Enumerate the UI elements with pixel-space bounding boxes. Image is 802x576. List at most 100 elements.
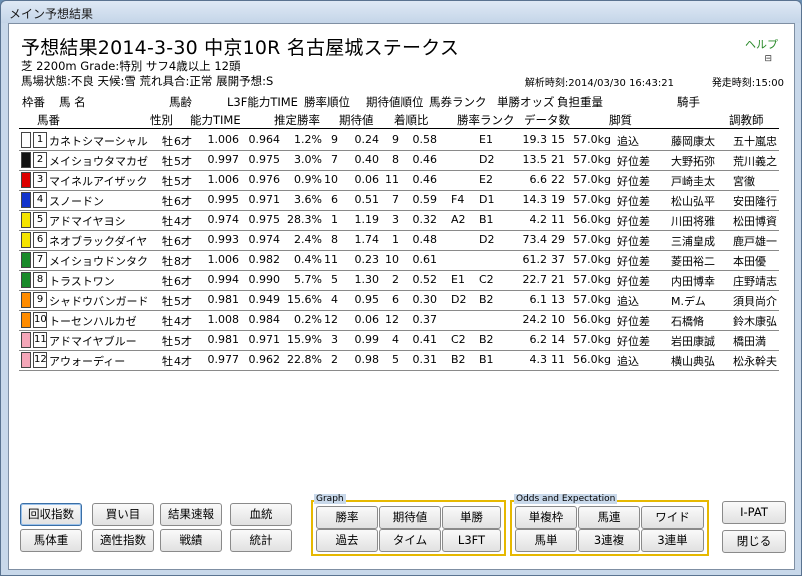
cell-name: カネトシマーシャル (49, 135, 148, 148)
cell-odds: 4.2 (529, 213, 548, 226)
help-link[interactable]: ヘルプ (745, 36, 778, 52)
table-row[interactable]: 9 シャドウバンガード牡 5才 0.981 0.949 15.6% 4 0.95 6 0.30 D2… (21, 291, 777, 310)
cell-odds: 24.2 (522, 313, 548, 326)
cell-age: 6才 (174, 135, 192, 148)
cell-rate-rank: 11 (324, 253, 338, 266)
graph-time-button[interactable]: タイム (379, 529, 441, 552)
sanrenpuku-button[interactable]: 3連複 (578, 529, 640, 552)
cell-trainer: 鹿戸雄一 (733, 235, 777, 248)
graph-rate-button[interactable]: 勝率 (316, 506, 378, 529)
cell-name: シャドウバンガード (49, 295, 149, 308)
cell-age: 4才 (174, 315, 192, 328)
graph-exp-button[interactable]: 期待値 (379, 506, 441, 529)
cell-jockey: 大野拓弥 (671, 155, 715, 168)
waku-color-box (21, 192, 31, 208)
cell-ticket: A2 (451, 213, 466, 226)
table-row[interactable]: 10 トーセンハルカゼ牡 4才 1.008 0.984 0.2% 12 0.06 12 0.37 2… (21, 311, 777, 330)
cell-data: 15 (551, 133, 565, 146)
cell-ratio: 0.41 (412, 333, 438, 346)
umaban-box: 7 (33, 252, 47, 268)
close-button[interactable]: 閉じる (722, 530, 786, 553)
cell-trainer: 鈴木康弘 (733, 315, 777, 328)
col-weight: 負担重量 (557, 95, 603, 109)
ketto-button[interactable]: 血統 (230, 503, 292, 526)
waku-color-box (21, 272, 31, 288)
waku-color-box (21, 232, 31, 248)
umaban-box: 2 (33, 152, 47, 168)
table-row[interactable]: 8 トラストワン 牡 6才 0.994 0.990 5.7% 5 1.30 2 0.52 E1 C2 22… (21, 271, 777, 290)
col-rate-rank: 勝率順位 (304, 95, 350, 109)
col-ticket-rank: 馬券ランク (429, 95, 487, 109)
cell-ratio: 0.31 (412, 353, 438, 366)
col-trainer: 調教師 (729, 113, 764, 127)
cell-rate-rank: 9 (331, 133, 338, 146)
cell-ratio: 0.58 (412, 133, 438, 146)
table-row[interactable]: 7 メイショウドンタク 牡 8才 1.006 0.982 0.4% 11 0.23 10 0.61 6… (21, 251, 777, 270)
col-l3f: L3F能力TIME (227, 95, 298, 109)
tokei-button[interactable]: 統計 (230, 529, 292, 552)
title-bar[interactable]: メイン予想結果 (1, 1, 801, 23)
cell-weight: 57.0kg (573, 253, 611, 266)
umaren-button[interactable]: 馬連 (578, 506, 640, 529)
cell-trainer: 五十嵐忠 (733, 135, 777, 148)
cell-odds: 14.3 (522, 193, 548, 206)
tanfuku-button[interactable]: 単複枠 (515, 506, 577, 529)
graph-tansho-button[interactable]: 単勝 (442, 506, 501, 529)
umaban-box: 9 (33, 292, 47, 308)
cell-exp: 1.19 (354, 213, 380, 226)
sanrentan-button[interactable]: 3連単 (641, 529, 704, 552)
cell-exp: 1.74 (354, 233, 380, 246)
cell-l3f: 0.976 (248, 173, 281, 186)
cell-jockey: 内田博幸 (671, 275, 715, 288)
race-title: 予想結果2014-3-30 中京10R 名古屋城ステークス (21, 37, 460, 59)
table-row[interactable]: 5 アドマイヤヨシ 牡 4才 0.974 0.975 28.3% 1 1.19 3 0.32 A2 B1… (21, 211, 777, 230)
cell-trainer: 庄野靖志 (733, 275, 777, 288)
kaishu-button[interactable]: 回収指数 (20, 503, 82, 526)
graph-l3ft-button[interactable]: L3FT (442, 529, 501, 552)
row-divider (19, 370, 779, 371)
cell-age: 8才 (174, 255, 192, 268)
cell-age: 5才 (174, 295, 192, 308)
col-age: 馬齢 (169, 95, 192, 109)
cell-time: 1.008 (207, 313, 240, 326)
cell-l3f: 0.984 (248, 313, 281, 326)
col-umaban: 馬番 (37, 113, 60, 127)
wide-button[interactable]: ワイド (641, 506, 704, 529)
cell-sex: 牡 (162, 175, 173, 188)
graph-kako-button[interactable]: 過去 (316, 529, 378, 552)
umatan-button[interactable]: 馬単 (515, 529, 577, 552)
cell-age: 6才 (174, 235, 192, 248)
senseki-button[interactable]: 戦績 (160, 529, 222, 552)
cell-weight: 57.0kg (573, 153, 611, 166)
cell-style: 好位差 (617, 235, 650, 248)
table-row[interactable]: 1 カネトシマーシャル 牡 6才 1.006 0.964 1.2% 9 0.24 9 0.58 E1 1… (21, 131, 777, 150)
cell-odds: 22.7 (522, 273, 548, 286)
tekisei-button[interactable]: 適性指数 (92, 529, 154, 552)
cell-rate-rank: 1 (331, 213, 338, 226)
table-row[interactable]: 11 アドマイヤブルー 牡 5才 0.981 0.971 15.9% 3 0.99 4 0.41 C2… (21, 331, 777, 350)
cell-sex: 牡 (162, 315, 173, 328)
graph-group-label: Graph (314, 494, 346, 504)
waku-color-box (21, 132, 31, 148)
table-row[interactable]: 4 スノードン 牡 6才 0.995 0.971 3.6% 6 0.51 7 0.59 F4 D1 14.… (21, 191, 777, 210)
kekka-button[interactable]: 結果速報 (160, 503, 222, 526)
bataiju-button[interactable]: 馬体重 (20, 529, 82, 552)
cell-l3f: 0.975 (248, 153, 281, 166)
table-row[interactable]: 2 メイショウタマカゼ 牡 5才 0.997 0.975 3.0% 7 0.40 8 0.46 D2 1… (21, 151, 777, 170)
analysis-time: 解析時刻:2014/03/30 16:43:21 (524, 78, 674, 89)
kaime-button[interactable]: 買い目 (92, 503, 154, 526)
table-row[interactable]: 12 アウォーディー 牡 4才 0.977 0.962 22.8% 2 0.98 5 0.31 B2 B… (21, 351, 777, 370)
waku-color-box (21, 292, 31, 308)
table-row[interactable]: 3 マイネルアイザック 牡 5才 1.006 0.976 0.9% 10 0.06 11 0.46 E… (21, 171, 777, 190)
umaban-box: 10 (33, 312, 47, 328)
print-icon[interactable]: ⊟ (764, 54, 772, 64)
cell-exp: 0.95 (354, 293, 380, 306)
cell-sex: 牡 (162, 275, 173, 288)
table-row[interactable]: 6 ネオブラックダイヤ 牡 6才 0.993 0.974 2.4% 8 1.74 1 0.48 D2 7… (21, 231, 777, 250)
main-window: メイン予想結果 予想結果2014-3-30 中京10R 名古屋城ステークス ヘル… (0, 0, 802, 576)
cell-exp-rank: 10 (385, 253, 399, 266)
ipat-button[interactable]: I-PAT (722, 501, 786, 524)
cell-data: 21 (551, 273, 565, 286)
cell-exp-rank: 7 (392, 193, 399, 206)
umaban-box: 1 (33, 132, 47, 148)
